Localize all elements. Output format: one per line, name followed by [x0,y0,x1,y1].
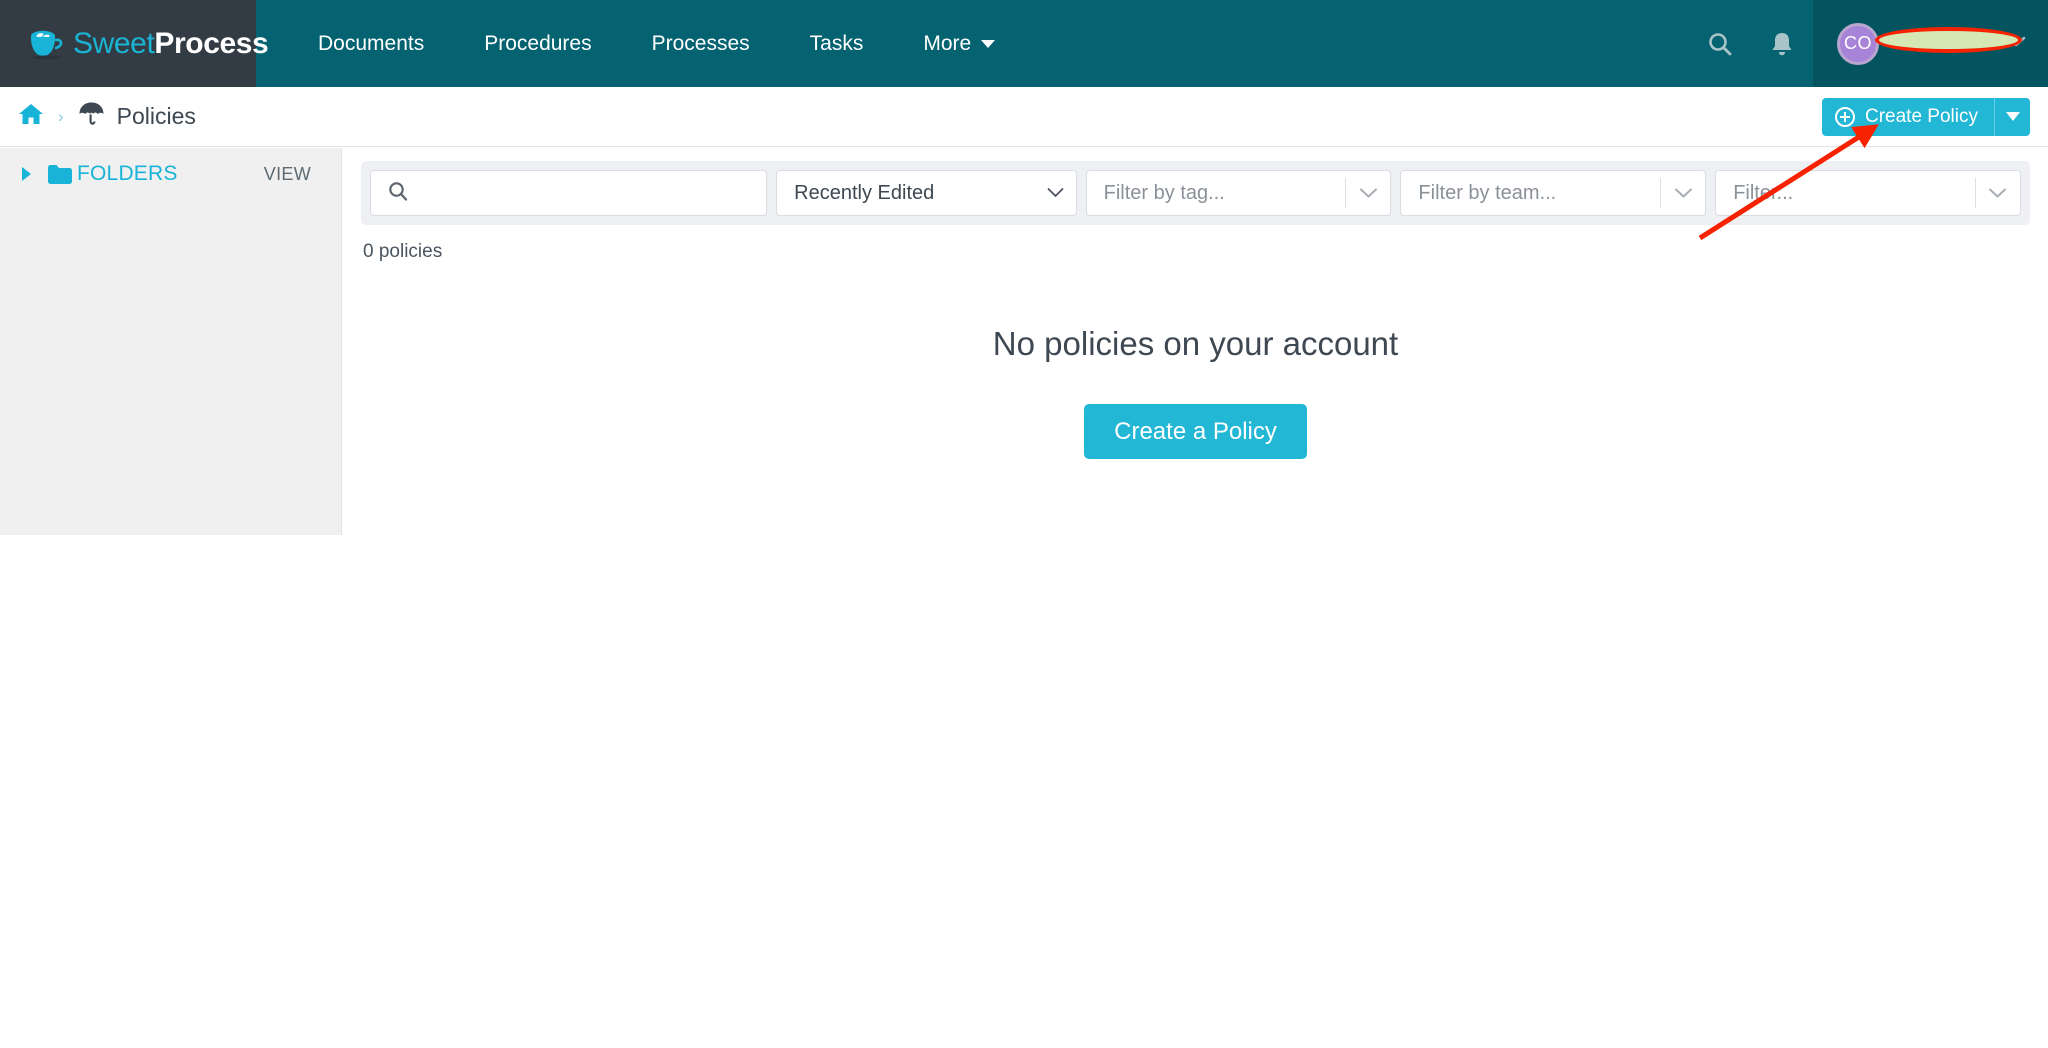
avatar-initials: CO [1844,33,1872,53]
filter-toolbar: Recently Edited Filter by tag... Filter … [361,161,2030,225]
sort-select-value: Recently Edited [794,181,935,204]
sidebar-item-folders[interactable]: FOLDERS VIEW [0,148,341,200]
brand-name-bold: Process [154,26,269,60]
team-filter-select[interactable]: Filter by team... [1400,170,1707,216]
chevron-down-icon[interactable] [1976,187,2020,199]
breadcrumb-bar: › Policies Create Policy [0,87,2048,147]
other-filter-select[interactable]: Filter... [1715,170,2021,216]
nav-label: Documents [318,31,425,55]
nav-item-tasks[interactable]: Tasks [780,0,894,87]
umbrella-icon [78,101,105,132]
brand-name-light: Sweet [73,26,155,60]
other-filter-placeholder: Filter... [1733,181,1794,204]
nav-item-procedures[interactable]: Procedures [454,0,621,87]
chevron-down-icon [981,39,996,48]
empty-state: No policies on your account Create a Pol… [343,325,2048,459]
brand-wordmark: SweetProcess [73,26,269,61]
empty-state-title: No policies on your account [992,325,1399,362]
chevron-down-icon [1047,185,1064,202]
main-content: Recently Edited Filter by tag... Filter … [343,148,2048,1048]
search-field[interactable] [370,170,768,216]
create-policy-label: Create Policy [1865,105,1978,127]
page-title: Policies [116,103,196,129]
chevron-down-icon[interactable] [1346,187,1390,199]
nav-label: Procedures [484,31,592,55]
plus-circle-icon [1835,106,1855,127]
nav-item-processes[interactable]: Processes [622,0,780,87]
nav-item-documents[interactable]: Documents [288,0,454,87]
top-navigation-bar: SweetProcess Documents Procedures Proces… [0,0,2048,87]
folder-icon [47,164,73,185]
sort-select[interactable]: Recently Edited [776,170,1077,216]
bell-icon [1772,32,1792,55]
nav-label: Tasks [809,31,864,55]
sidebar-view-link[interactable]: VIEW [264,164,311,185]
tag-filter-select[interactable]: Filter by tag... [1085,170,1392,216]
create-policy-dropdown-button[interactable] [1994,97,2030,136]
search-button[interactable] [1689,0,1751,87]
chevron-down-icon[interactable] [1661,187,1705,199]
chevron-right-icon[interactable] [22,167,31,181]
team-filter-placeholder: Filter by team... [1418,181,1557,204]
avatar: CO [1837,22,1879,65]
search-icon [387,180,409,207]
home-icon[interactable] [18,102,44,131]
chevron-down-icon [1990,35,2026,53]
nav-label: Processes [651,31,750,55]
brand-logo[interactable]: SweetProcess [0,0,269,87]
tag-filter-placeholder: Filter by tag... [1103,181,1225,204]
coffee-cup-icon [27,27,67,61]
nav-label: More [923,31,972,55]
create-a-policy-button[interactable]: Create a Policy [1084,404,1307,459]
create-policy-button[interactable]: Create Policy [1822,97,1994,136]
nav-right-actions: CO [1689,0,2048,87]
search-icon [1709,32,1732,55]
sidebar-folders-label: FOLDERS [77,162,178,185]
caret-down-icon [2005,109,2020,124]
primary-nav-items: Documents Procedures Processes Tasks Mor… [256,0,1025,87]
notifications-button[interactable] [1751,0,1813,87]
sidebar: FOLDERS VIEW [0,148,342,535]
policy-count: 0 policies [363,241,443,262]
nav-item-more[interactable]: More [893,0,1025,87]
create-policy-button-group: Create Policy [1822,97,2030,136]
breadcrumb-separator: › [58,106,64,126]
search-input[interactable] [420,182,767,204]
user-menu[interactable]: CO [1813,0,2048,87]
